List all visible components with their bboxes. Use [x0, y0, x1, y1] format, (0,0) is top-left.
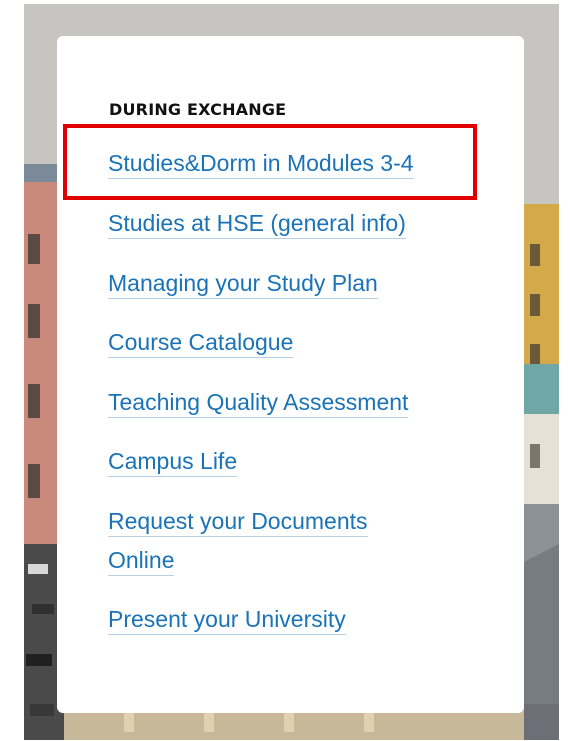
link-studies-dorm-modules[interactable]: Studies&Dorm in Modules 3-4: [108, 144, 414, 182]
link-studies-at-hse[interactable]: Studies at HSE (general info): [108, 204, 406, 242]
section-heading: DURING EXCHANGE: [109, 100, 287, 119]
link-label: Present your University: [108, 606, 346, 635]
link-label: Managing your Study Plan: [108, 270, 378, 299]
link-present-your-university[interactable]: Present your University: [108, 600, 346, 638]
link-label: Teaching Quality Assessment: [108, 389, 409, 418]
link-course-catalogue[interactable]: Course Catalogue: [108, 323, 294, 361]
link-request-documents[interactable]: Request your Documents: [108, 502, 368, 540]
link-label: Studies at HSE (general info): [108, 210, 406, 239]
link-label: Studies&Dorm in Modules 3-4: [108, 150, 414, 179]
link-request-documents-online[interactable]: Online: [108, 541, 175, 579]
link-label: Online: [108, 547, 175, 576]
link-teaching-quality-assessment[interactable]: Teaching Quality Assessment: [108, 383, 409, 421]
exchange-menu-panel: DURING EXCHANGE Studies&Dorm in Modules …: [57, 36, 524, 713]
screenshot-stage: DURING EXCHANGE Studies&Dorm in Modules …: [0, 0, 570, 741]
link-managing-study-plan[interactable]: Managing your Study Plan: [108, 264, 378, 302]
link-campus-life[interactable]: Campus Life: [108, 442, 238, 480]
link-label: Campus Life: [108, 448, 238, 477]
link-label: Request your Documents: [108, 508, 368, 537]
link-label: Course Catalogue: [108, 329, 294, 358]
